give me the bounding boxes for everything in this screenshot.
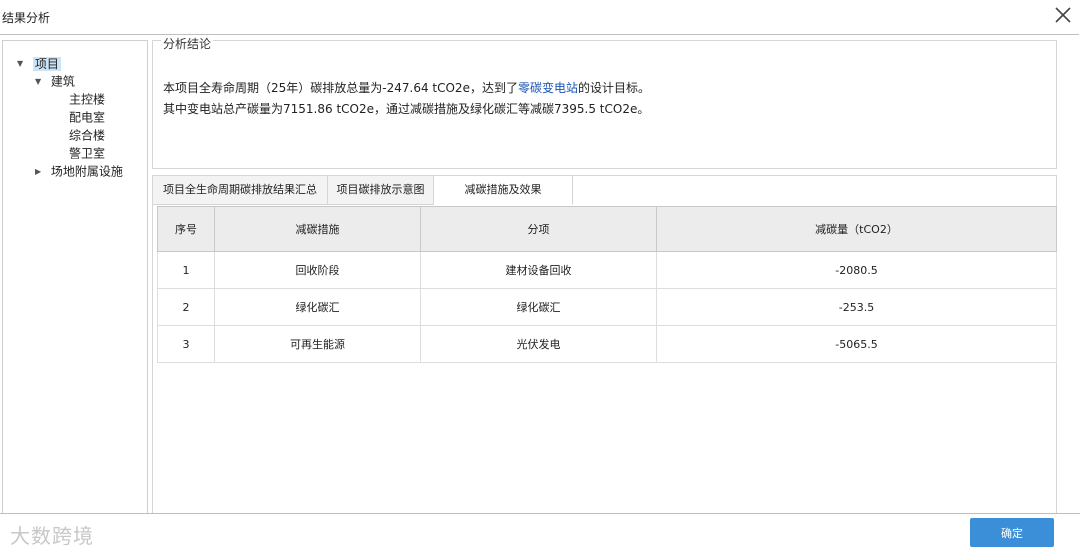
watermark: 大数跨境: [10, 524, 94, 548]
window-title: 结果分析: [2, 11, 51, 25]
column-header[interactable]: 序号: [157, 206, 215, 252]
table-cell: 绿化碳汇: [214, 288, 421, 326]
zero-carbon-link[interactable]: 零碳变电站: [518, 81, 578, 95]
tree-item-complex-building[interactable]: 综合楼: [69, 127, 105, 144]
tree-item-project[interactable]: ▼ 项目: [17, 55, 61, 72]
column-header[interactable]: 减碳措施: [214, 206, 421, 252]
tree-item-control-building[interactable]: 主控楼: [69, 91, 105, 108]
table-row[interactable]: 2 绿化碳汇 绿化碳汇 -253.5: [157, 288, 1057, 326]
table-cell: -253.5: [656, 288, 1057, 326]
tree-item-power-room[interactable]: 配电室: [69, 109, 105, 126]
tab-panel: 项目全生命周期碳排放结果汇总 项目碳排放示意图 减碳措施及效果 序号 减碳措施 …: [152, 175, 1057, 514]
tree-item-label: 警卫室: [69, 146, 106, 161]
close-button[interactable]: [1052, 4, 1074, 26]
table-cell: 1: [157, 251, 215, 289]
table-cell: 光伏发电: [420, 325, 657, 363]
title-bar: 结果分析: [0, 0, 1080, 34]
table-cell: -2080.5: [656, 251, 1057, 289]
conclusion-line-2: 其中变电站总产碳量为7151.86 tCO2e，通过减碳措施及绿化碳汇等减碳73…: [163, 102, 650, 116]
conclusion-group: 分析结论 本项目全寿命周期（25年）碳排放总量为-247.64 tCO2e，达到…: [152, 35, 1057, 169]
tab-reduction-measures[interactable]: 减碳措施及效果: [434, 176, 573, 205]
tree-item-label: 场地附属设施: [50, 164, 123, 179]
tab-emission-diagram[interactable]: 项目碳排放示意图: [328, 176, 434, 205]
table-cell: 建材设备回收: [420, 251, 657, 289]
tree-item-label: 主控楼: [69, 92, 106, 107]
tree-item-label: 项目: [32, 56, 61, 71]
result-area: 分析结论 本项目全寿命周期（25年）碳排放总量为-247.64 tCO2e，达到…: [151, 35, 1057, 514]
tree-item-label: 配电室: [69, 110, 106, 125]
dialog-footer: 大数跨境 确定: [0, 513, 1080, 551]
table-cell: 可再生能源: [214, 325, 421, 363]
conclusion-legend: 分析结论: [161, 35, 214, 52]
table-row[interactable]: 3 可再生能源 光伏发电 -5065.5: [157, 325, 1057, 363]
tree-item-label: 综合楼: [69, 128, 106, 143]
close-icon: [1055, 7, 1071, 23]
tree-item-guard-room[interactable]: 警卫室: [69, 145, 105, 162]
table-cell: 绿化碳汇: [420, 288, 657, 326]
project-tree: ▼ 项目 ▼ 建筑 主控楼 配电室 综合楼 警卫室 ▶ 场地附属设施: [2, 40, 148, 514]
column-header[interactable]: 分项: [420, 206, 657, 252]
expand-arrow-icon[interactable]: ▼: [17, 56, 29, 72]
expand-arrow-icon[interactable]: ▼: [35, 74, 47, 90]
table-header-row: 序号 减碳措施 分项 减碳量（tCO2）: [157, 206, 1057, 252]
conclusion-text: 的设计目标。: [577, 81, 650, 95]
tab-lifecycle-summary[interactable]: 项目全生命周期碳排放结果汇总: [153, 176, 328, 205]
tree-item-building[interactable]: ▼ 建筑: [35, 73, 75, 90]
table-cell: 回收阶段: [214, 251, 421, 289]
ok-button[interactable]: 确定: [970, 518, 1054, 547]
tab-strip: 项目全生命周期碳排放结果汇总 项目碳排放示意图 减碳措施及效果: [153, 176, 1056, 205]
table-row[interactable]: 1 回收阶段 建材设备回收 -2080.5: [157, 251, 1057, 289]
column-header[interactable]: 减碳量（tCO2）: [656, 206, 1057, 252]
table-cell: 2: [157, 288, 215, 326]
collapse-arrow-icon[interactable]: ▶: [35, 164, 47, 180]
conclusion-line-1: 本项目全寿命周期（25年）碳排放总量为-247.64 tCO2e，达到了零碳变电…: [163, 79, 650, 96]
reduction-table: 序号 减碳措施 分项 减碳量（tCO2） 1 回收阶段 建材设备回收 -2080…: [157, 206, 1057, 363]
tree-item-site-facilities[interactable]: ▶ 场地附属设施: [35, 163, 123, 180]
tree-item-label: 建筑: [50, 74, 75, 89]
conclusion-text: 本项目全寿命周期（25年）碳排放总量为-247.64 tCO2e，达到了: [163, 81, 518, 95]
table-cell: -5065.5: [656, 325, 1057, 363]
table-cell: 3: [157, 325, 215, 363]
